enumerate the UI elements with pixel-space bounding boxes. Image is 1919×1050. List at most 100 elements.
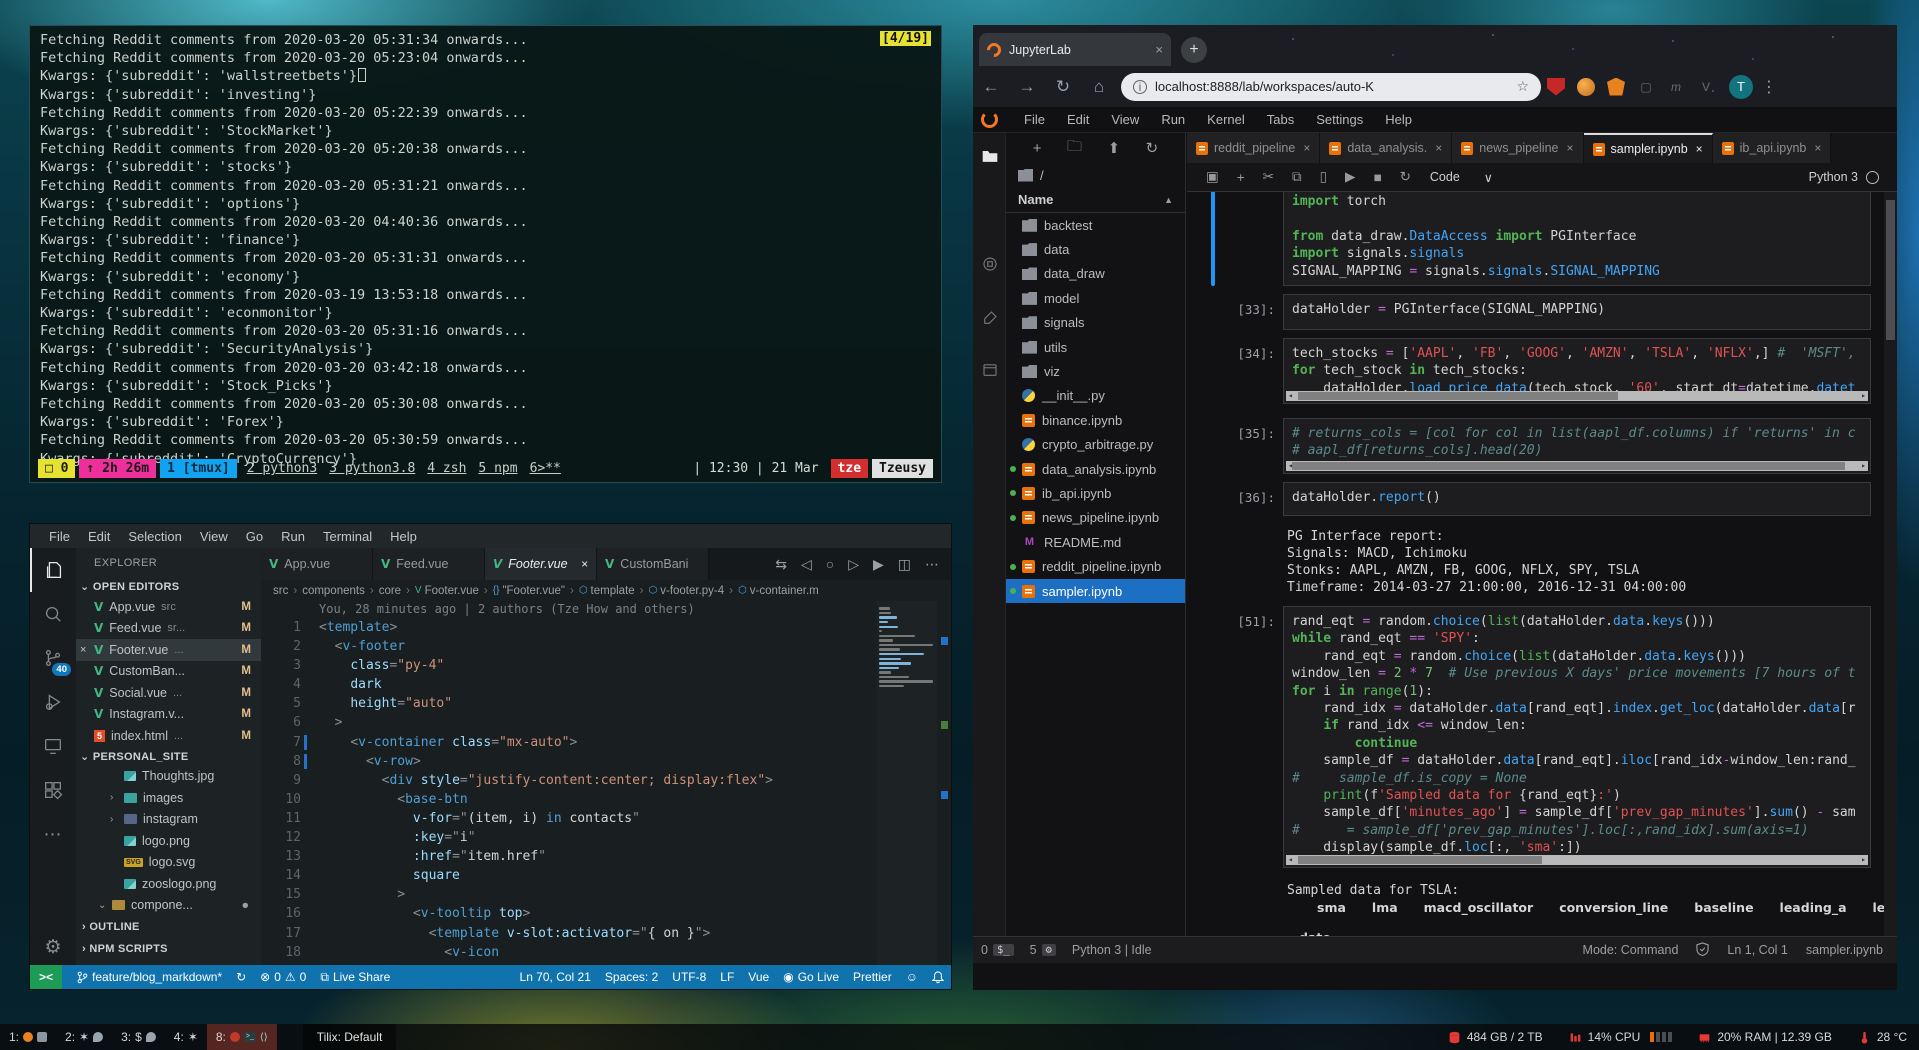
editor-tab-custombani[interactable]: VCustomBani xyxy=(597,548,709,580)
code-cell[interactable]: dataHolder.report() xyxy=(1283,482,1871,516)
taskbar-window-title[interactable]: Tilix: Default xyxy=(303,1024,397,1050)
cursor-position[interactable]: Ln 1, Col 1 xyxy=(1727,943,1787,957)
next-change-icon[interactable]: ▷ xyxy=(848,556,859,573)
profile-avatar[interactable]: T xyxy=(1729,75,1753,99)
file-item-model[interactable]: model xyxy=(1006,286,1185,310)
open-editor-item[interactable]: ×VFooter.vue...M xyxy=(76,639,261,661)
breadcrumb-item[interactable]: template xyxy=(591,585,635,597)
editor-tab-feed-vue[interactable]: VFeed.vue xyxy=(373,548,485,580)
jl-menu-view[interactable]: View xyxy=(1100,112,1150,127)
file-item-ib_api-ipynb[interactable]: ib_api.ipynb xyxy=(1006,481,1185,505)
commands-icon[interactable] xyxy=(973,309,1006,332)
change-dot-icon[interactable]: ○ xyxy=(826,556,834,572)
code-cell[interactable]: rand_eqt = random.choice(list(dataHolder… xyxy=(1283,606,1871,868)
feedback-icon[interactable]: ☺ xyxy=(906,970,918,984)
workspace-8[interactable]: 8:>_⟨⟩ xyxy=(207,1024,277,1050)
editor-tab-app-vue[interactable]: VApp.vue xyxy=(261,548,373,580)
open-editor-item[interactable]: VApp.vuesrcM xyxy=(76,596,261,618)
extensions-icon[interactable] xyxy=(30,768,76,812)
tmux-window[interactable]: 5 npm xyxy=(478,461,517,476)
eol[interactable]: LF xyxy=(720,970,734,984)
project-folder-header[interactable]: ⌄ PERSONAL_SITE xyxy=(76,747,261,766)
file-item-reddit_pipeline-ipynb[interactable]: reddit_pipeline.ipynb xyxy=(1006,554,1185,578)
file-item-crypto_arbitrage-py[interactable]: crypto_arbitrage.py xyxy=(1006,433,1185,457)
breadcrumb-item[interactable]: v-footer.py-4 xyxy=(660,585,724,597)
cell-hscrollbar[interactable]: ◂▸ xyxy=(1286,461,1868,471)
file-item-utils[interactable]: utils xyxy=(1006,335,1185,359)
open-editor-item[interactable]: VFeed.vuesr...M xyxy=(76,618,261,640)
tab-close-icon[interactable]: × xyxy=(1814,141,1821,155)
jl-menu-run[interactable]: Run xyxy=(1150,112,1196,127)
nb-tab-reddit_pipeline[interactable]: reddit_pipeline× xyxy=(1187,133,1320,163)
code-cell[interactable]: # returns_cols = [col for col in list(aa… xyxy=(1283,418,1871,474)
terminals-count[interactable]: 0$_ xyxy=(981,943,1014,957)
terminal-window[interactable]: Fetching Reddit comments from 2020-03-20… xyxy=(29,25,942,483)
file-item-backtest[interactable]: backtest xyxy=(1006,213,1185,237)
menu-go[interactable]: Go xyxy=(237,529,272,544)
code-cell[interactable]: import torchfrom data_draw.DataAccess im… xyxy=(1283,192,1871,286)
file-item-news_pipeline-ipynb[interactable]: news_pipeline.ipynb xyxy=(1006,506,1185,530)
file-item-viz[interactable]: viz xyxy=(1006,359,1185,383)
breadcrumb-item[interactable]: components xyxy=(302,585,365,597)
nb-tab-ib_api-ipynb[interactable]: ib_api.ipynb× xyxy=(1713,133,1832,163)
nb-tab-sampler-ipynb[interactable]: sampler.ipynb× xyxy=(1584,133,1713,163)
site-info-icon[interactable]: i xyxy=(1133,80,1147,94)
more-icon[interactable]: ⋯ xyxy=(925,556,939,573)
source-control-icon[interactable]: 40 xyxy=(30,636,76,680)
tmux-window[interactable]: 6>** xyxy=(530,461,561,476)
tmux-window[interactable]: 3 python3.8 xyxy=(329,461,415,476)
live-share-button[interactable]: ⧉ Live Share xyxy=(320,970,390,985)
nb-tab-data_analysis-[interactable]: data_analysis.× xyxy=(1320,133,1452,163)
open-editor-item[interactable]: VCustomBan...M xyxy=(76,661,261,683)
prev-change-icon[interactable]: ◁ xyxy=(801,556,812,573)
menu-terminal[interactable]: Terminal xyxy=(314,529,381,544)
tab-close-icon[interactable]: × xyxy=(1435,141,1442,155)
new-folder-icon[interactable]: 🗀 xyxy=(1067,136,1082,161)
run-cell-icon[interactable]: ▶ xyxy=(1345,169,1355,185)
tmux-window[interactable]: 2 python3 xyxy=(247,461,317,476)
breadcrumb-item[interactable]: v-container.m xyxy=(750,585,819,597)
menu-file[interactable]: File xyxy=(40,529,79,544)
new-launcher-icon[interactable]: + xyxy=(1033,140,1042,157)
formatter[interactable]: Prettier xyxy=(853,970,892,984)
file-item-binance-ipynb[interactable]: binance.ipynb xyxy=(1006,408,1185,432)
menu-selection[interactable]: Selection xyxy=(119,529,190,544)
file-breadcrumb[interactable]: / xyxy=(1006,163,1185,187)
cell-hscrollbar[interactable]: ◂▸ xyxy=(1286,855,1868,865)
notifications-bell-icon[interactable] xyxy=(932,971,944,984)
remote-indicator[interactable]: >< xyxy=(30,965,62,989)
menu-view[interactable]: View xyxy=(191,529,237,544)
search-icon[interactable] xyxy=(30,592,76,636)
problems-indicator[interactable]: ⊗ 0 ⚠ 0 xyxy=(260,970,306,984)
jl-menu-help[interactable]: Help xyxy=(1374,112,1423,127)
workspace-1[interactable]: 1: xyxy=(0,1024,56,1050)
breadcrumb-item[interactable]: "Footer.vue" xyxy=(502,585,565,597)
encoding[interactable]: UTF-8 xyxy=(672,970,706,984)
run-debug-icon[interactable] xyxy=(30,680,76,724)
editor-tab-footer-vue[interactable]: VFooter.vue× xyxy=(485,548,597,580)
refresh-icon[interactable]: ↻ xyxy=(1146,139,1159,157)
bookmark-star-icon[interactable]: ☆ xyxy=(1516,78,1529,95)
file-item-data_draw[interactable]: data_draw xyxy=(1006,262,1185,286)
workspace-2[interactable]: 2:✶ xyxy=(56,1024,112,1050)
git-branch[interactable]: feature/blog_markdown* xyxy=(77,970,222,984)
paste-cell-icon[interactable]: ▯ xyxy=(1320,169,1327,185)
more-actions-icon[interactable]: ⋯ xyxy=(30,812,76,856)
sync-icon[interactable]: ↻ xyxy=(236,970,246,984)
tree-item[interactable]: ›images xyxy=(76,787,261,809)
file-item-sampler-ipynb[interactable]: sampler.ipynb xyxy=(1006,579,1185,603)
menu-help[interactable]: Help xyxy=(381,529,426,544)
section-npm-scripts[interactable]: › NPM SCRIPTS xyxy=(76,938,261,960)
tab-close-icon[interactable]: × xyxy=(1696,142,1703,156)
kernel-name[interactable]: Python 3 xyxy=(1809,170,1858,184)
cell-type-dropdown[interactable]: Code∨ xyxy=(1430,170,1493,185)
workspace-3[interactable]: 3:$ xyxy=(112,1024,165,1050)
tree-item[interactable]: ›instagram xyxy=(76,809,261,831)
explorer-icon[interactable] xyxy=(30,548,76,592)
code-editor[interactable]: You, 28 minutes ago | 2 authors (Tze How… xyxy=(261,601,875,965)
browser-tab[interactable]: JupyterLab × xyxy=(979,33,1171,66)
running-sessions-icon[interactable] xyxy=(973,255,1006,278)
close-icon[interactable]: × xyxy=(80,644,92,656)
reload-icon[interactable]: ↻ xyxy=(1053,77,1073,97)
section-outline[interactable]: › OUTLINE xyxy=(76,916,261,938)
